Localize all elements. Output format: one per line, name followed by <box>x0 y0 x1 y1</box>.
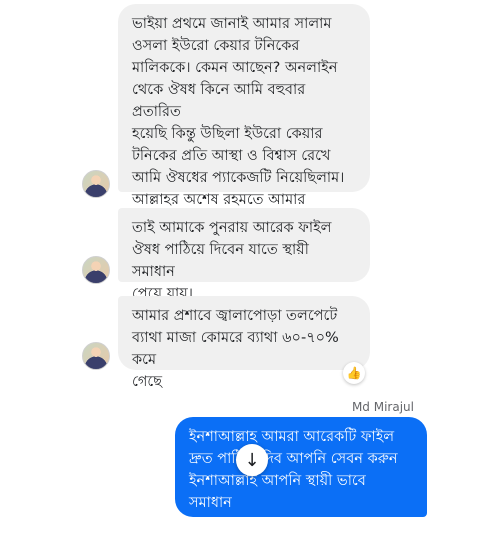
scroll-down-button[interactable]: ↓ <box>236 444 268 476</box>
contact-avatar[interactable] <box>82 170 110 198</box>
outgoing-message[interactable]: ইনশাআল্লাহ আমরা আরেকটি ফাইল দ্রুত পাঠিয়… <box>175 417 427 533</box>
incoming-message[interactable]: ভাইয়া প্রথমে জানাই আমার সালাম ওসলা ইউরো… <box>118 4 370 252</box>
contact-avatar[interactable] <box>82 342 110 370</box>
arrow-down-icon: ↓ <box>244 449 260 471</box>
incoming-message[interactable]: তাই আমাকে পুনরায় আরেক ফাইল ঔষধ পাঠিয়ে … <box>118 208 370 302</box>
incoming-message[interactable]: আমার প্রশাবে জ্বালাপোড়া তলপেটে ব্যাথা ম… <box>118 296 370 390</box>
sender-name: Md Mirajul <box>351 400 414 414</box>
contact-avatar[interactable] <box>82 256 110 284</box>
thumbs-up-reaction-icon[interactable]: 👍 <box>343 362 365 384</box>
